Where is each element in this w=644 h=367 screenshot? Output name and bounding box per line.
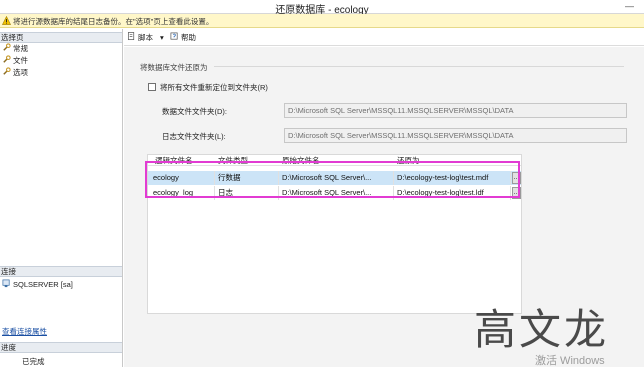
watermark-text: 高文龙 xyxy=(474,305,610,354)
view-connection-properties-link[interactable]: 查看连接属性 xyxy=(2,326,47,337)
data-folder-field[interactable]: D:\Microsoft SQL Server\MSSQL11.MSSQLSER… xyxy=(284,103,627,118)
sidebar-item-options[interactable]: 选项 xyxy=(2,67,28,78)
log-folder-label: 日志文件文件夹(L): xyxy=(162,132,226,141)
connection-header: 连接 xyxy=(0,266,122,277)
script-icon xyxy=(127,32,135,41)
section-title: 将数据库文件还原为 xyxy=(140,63,208,72)
activate-windows-text: 激活 Windows xyxy=(535,355,605,367)
pages-header: 选择页 xyxy=(0,32,122,43)
script-dropdown-button[interactable]: ▾ xyxy=(160,32,164,44)
data-folder-label: 数据文件文件夹(D): xyxy=(162,107,227,116)
minimize-button[interactable]: — xyxy=(625,1,634,11)
left-pane: 选择页 常规 文件 选项 连接 SQLSERVER [sa] 查看连接属性 进度… xyxy=(0,29,123,367)
help-icon xyxy=(170,32,178,40)
sidebar-item-files[interactable]: 文件 xyxy=(2,55,28,66)
script-label: 脚本 xyxy=(138,33,153,42)
warning-bar: 将进行源数据库的结尾日志备份。在"选项"页上查看此设置。 xyxy=(0,14,644,28)
sidebar-item-general[interactable]: 常规 xyxy=(2,43,28,54)
sidebar-item-label: 选项 xyxy=(13,68,28,77)
connection-item: SQLSERVER [sa] xyxy=(2,279,73,290)
wrench-icon xyxy=(3,43,11,51)
section-divider xyxy=(214,66,624,67)
wrench-icon xyxy=(3,55,11,63)
toolbar: 脚本 ▾ 帮助 xyxy=(124,30,644,46)
wrench-icon xyxy=(3,67,11,75)
progress-header: 进度 xyxy=(0,342,122,353)
script-button[interactable]: 脚本 xyxy=(127,32,153,44)
relocate-all-checkbox[interactable] xyxy=(148,83,156,91)
sidebar-item-label: 常规 xyxy=(13,44,28,53)
relocate-all-label: 将所有文件重新定位到文件夹(R) xyxy=(160,83,268,92)
connection-label: SQLSERVER [sa] xyxy=(13,280,73,289)
sidebar-item-label: 文件 xyxy=(13,56,28,65)
log-folder-field[interactable]: D:\Microsoft SQL Server\MSSQL11.MSSQLSER… xyxy=(284,128,627,143)
help-label: 帮助 xyxy=(181,33,196,42)
warning-text: 将进行源数据库的结尾日志备份。在"选项"页上查看此设置。 xyxy=(13,17,214,26)
progress-status: 已完成 xyxy=(22,357,45,366)
warning-icon xyxy=(2,16,11,25)
title-bar: 还原数据库 - ecology — xyxy=(0,0,644,16)
server-icon xyxy=(2,279,10,288)
help-button[interactable]: 帮助 xyxy=(170,32,196,44)
highlight-annotation xyxy=(145,161,520,198)
